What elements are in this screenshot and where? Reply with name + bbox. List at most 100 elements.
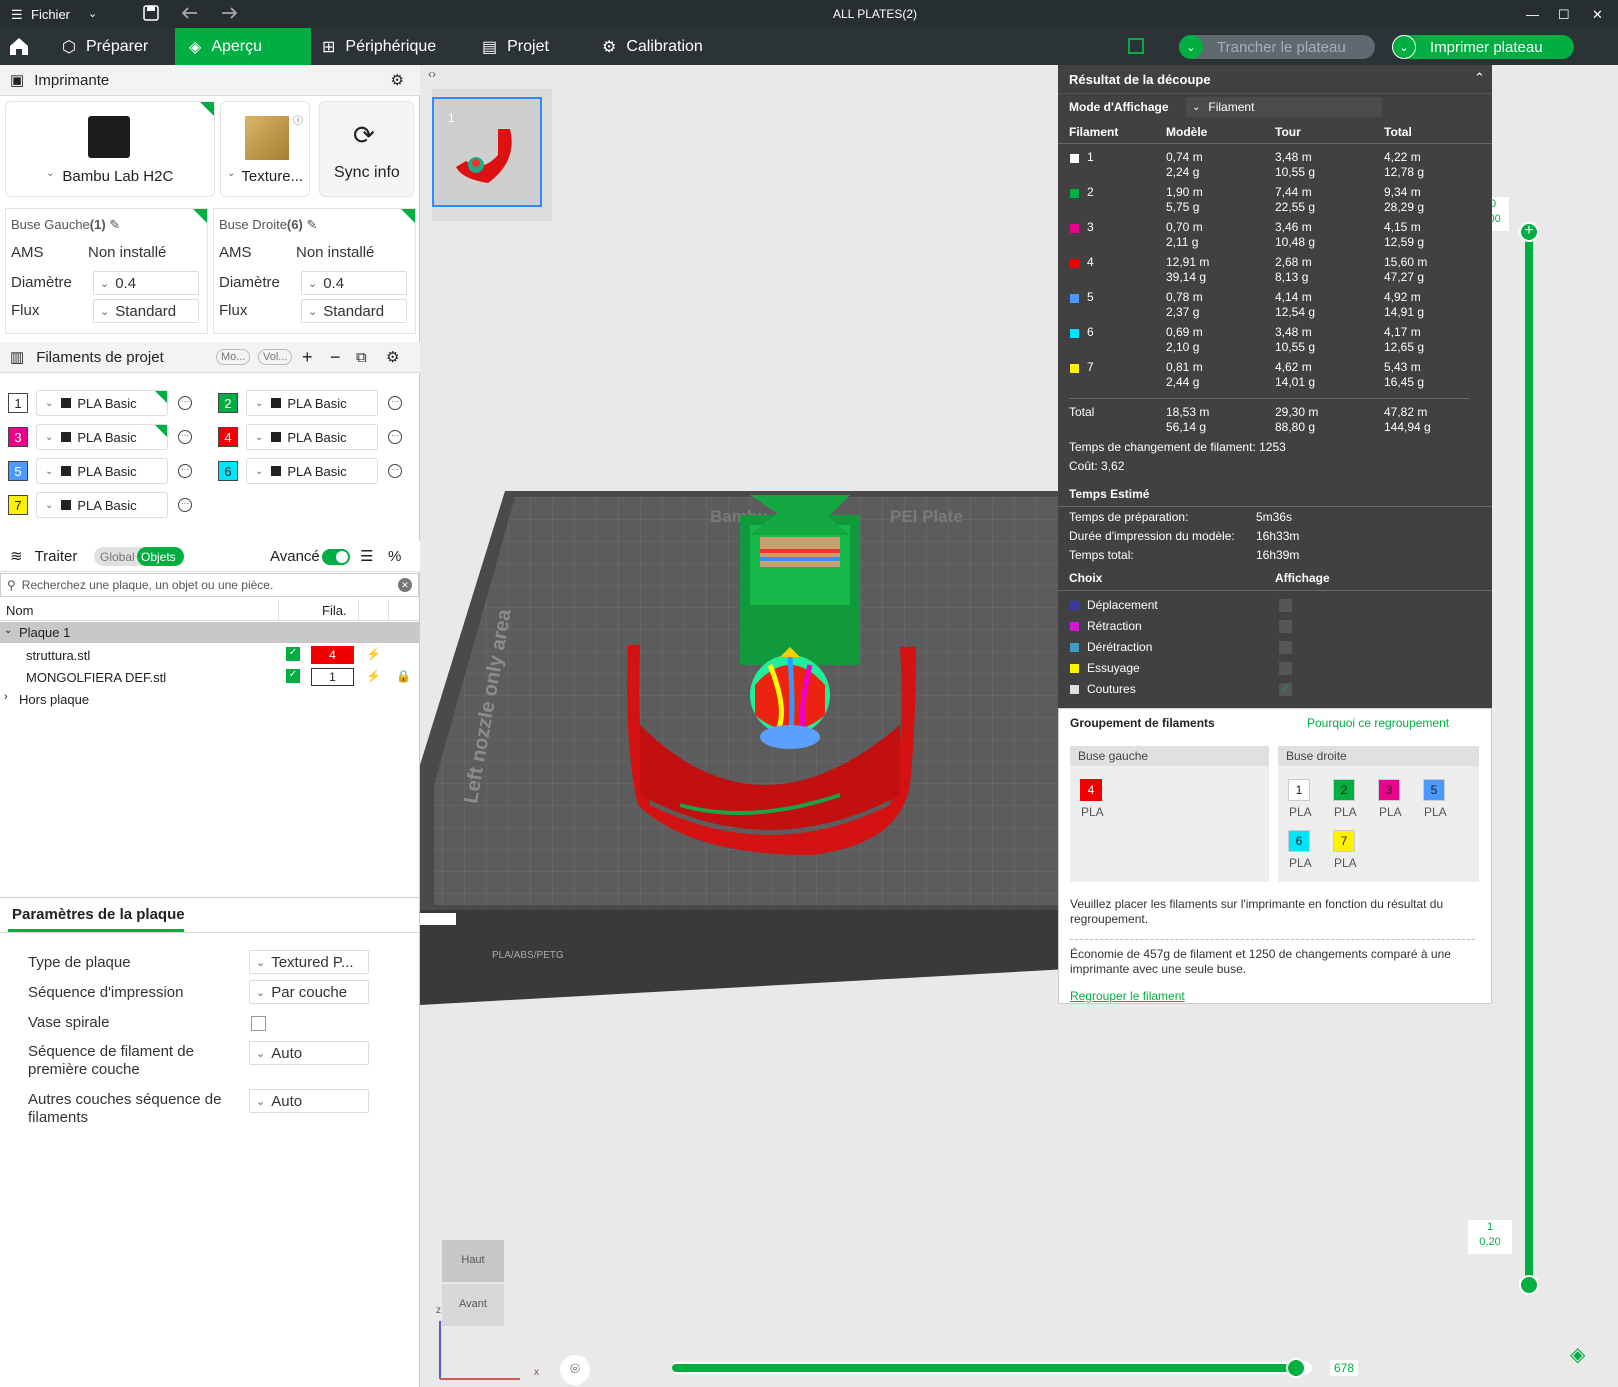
minimize-icon[interactable]: — <box>1526 7 1539 22</box>
more-options-icon[interactable]: ··· <box>178 430 192 444</box>
chevron-down-icon[interactable]: ⌄ <box>227 168 235 185</box>
filament-chip[interactable]: 3 <box>1378 779 1400 801</box>
right-flux-select[interactable]: ⌄ Standard <box>301 299 407 323</box>
tab-preview[interactable]: ◈ Aperçu <box>175 28 311 65</box>
home-icon[interactable] <box>8 36 30 56</box>
first-layer-sequence-select[interactable]: ⌄ Auto <box>249 1041 369 1065</box>
settings-icon[interactable]: ⚡ <box>366 647 381 661</box>
vase-checkbox[interactable] <box>251 1016 266 1031</box>
search-input[interactable]: Recherchez une plaque, un objet ou une p… <box>22 578 274 592</box>
table-row[interactable]: MONGOLFIERA DEF.stl ✓ 1 ⚡ 🔒 <box>0 666 419 688</box>
right-diameter-select[interactable]: ⌄ 0.4 <box>301 271 407 295</box>
filament-number[interactable]: 3 <box>8 427 28 447</box>
more-options-icon[interactable]: ··· <box>388 464 402 478</box>
filament-select[interactable]: ⌄ PLA Basic <box>246 390 378 416</box>
settings-icon[interactable]: ⚡ <box>366 669 381 683</box>
more-options-icon[interactable]: ··· <box>178 396 192 410</box>
collapse-sidebar-icon[interactable]: ‹› <box>428 67 436 81</box>
filament-select[interactable]: ⌄ PLA Basic <box>36 424 168 450</box>
filament-number[interactable]: 1 <box>8 393 28 413</box>
more-options-icon[interactable]: ··· <box>388 396 402 410</box>
mode-pill[interactable]: Mo... <box>216 349 251 365</box>
close-icon[interactable]: ✕ <box>1592 7 1603 23</box>
horizontal-slider-thumb[interactable] <box>1286 1358 1306 1378</box>
percent-icon[interactable]: % <box>388 548 401 565</box>
fit-view-button[interactable]: ⌾ <box>560 1355 590 1385</box>
filament-select[interactable]: ⌄ PLA Basic <box>36 458 168 484</box>
display-option-checkbox[interactable] <box>1279 641 1292 654</box>
sync-info-button[interactable]: ⟳ Sync info <box>319 101 414 197</box>
add-icon[interactable]: + <box>302 347 313 368</box>
display-option-checkbox[interactable] <box>1279 620 1292 633</box>
slice-plate-button[interactable]: ⌄ Trancher le plateau <box>1179 35 1375 59</box>
layout-icon[interactable] <box>1128 38 1144 54</box>
chevron-right-icon[interactable]: › <box>4 691 8 703</box>
plate-card[interactable]: ⓘ ⌄ Texture... <box>220 101 310 197</box>
filament-select[interactable]: ⌄ PLA Basic <box>246 458 378 484</box>
tab-calibration[interactable]: ⚙ Calibration <box>588 28 717 65</box>
lock-icon[interactable]: 🔒 <box>396 669 411 683</box>
more-options-icon[interactable]: ··· <box>388 430 402 444</box>
printer-card[interactable]: ⌄ Bambu Lab H2C <box>5 101 215 197</box>
list-icon[interactable]: ☰ <box>360 547 373 565</box>
filament-chip[interactable]: 4 <box>1080 779 1102 801</box>
left-flux-select[interactable]: ⌄ Standard <box>93 299 199 323</box>
filament-chip[interactable]: 5 <box>1423 779 1445 801</box>
filament-number[interactable]: 2 <box>218 393 238 413</box>
plate-type-select[interactable]: ⌄ Textured P... <box>249 950 369 974</box>
why-grouping-link[interactable]: Pourquoi ce regroupement <box>1307 716 1449 730</box>
print-sequence-select[interactable]: ⌄ Par couche <box>249 980 369 1004</box>
filament-chip[interactable]: 1 <box>1288 779 1310 801</box>
table-row[interactable]: struttura.stl ✓ 4 ⚡ <box>0 644 419 666</box>
filament-select[interactable]: 1 <box>311 668 354 686</box>
print-plate-button[interactable]: ⌄ Imprimer plateau <box>1392 35 1574 59</box>
chevron-down-icon[interactable]: ⌄ <box>4 625 12 636</box>
display-option-checkbox[interactable] <box>1279 599 1292 612</box>
layers-icon[interactable]: ◈ <box>1570 1342 1585 1367</box>
filament-number[interactable]: 7 <box>8 495 28 515</box>
filament-number[interactable]: 4 <box>218 427 238 447</box>
edit-icon[interactable]: ✎ <box>109 217 120 232</box>
filament-select[interactable]: 4 <box>311 646 354 664</box>
filament-number[interactable]: 5 <box>8 461 28 481</box>
sync-filament-icon[interactable]: ⧉ <box>356 349 367 366</box>
plate-row[interactable]: ⌄ Plaque 1 <box>0 622 419 643</box>
horizontal-layer-slider[interactable] <box>672 1358 1312 1378</box>
checkbox[interactable]: ✓ <box>286 669 300 683</box>
edit-icon[interactable]: ✎ <box>306 217 317 232</box>
more-options-icon[interactable]: ··· <box>178 498 192 512</box>
filament-chip[interactable]: 2 <box>1333 779 1355 801</box>
plate-thumbnail[interactable]: 1 <box>432 97 542 207</box>
redo-icon[interactable] <box>221 6 237 20</box>
collapse-icon[interactable]: ⌃ <box>1474 70 1485 86</box>
tab-plate-params[interactable]: Paramètres de la plaque <box>12 906 185 923</box>
undo-icon[interactable] <box>182 6 198 20</box>
chevron-down-icon[interactable]: ⌄ <box>46 168 54 185</box>
display-mode-select[interactable]: ⌄ Filament <box>1186 97 1382 117</box>
vertical-slider-bottom-thumb[interactable] <box>1519 1275 1539 1295</box>
gear-icon[interactable]: ⚙ <box>391 71 404 89</box>
info-icon[interactable]: ⓘ <box>293 112 303 127</box>
vertical-slider-top-thumb[interactable]: + <box>1519 222 1539 242</box>
chevron-down-icon[interactable]: ⌄ <box>1392 35 1416 59</box>
tab-project[interactable]: ▤ Projet <box>468 28 563 65</box>
vertical-layer-slider[interactable] <box>1525 227 1533 1287</box>
advanced-toggle[interactable] <box>322 549 350 565</box>
checkbox[interactable]: ✓ <box>286 647 300 661</box>
chevron-down-icon[interactable]: ⌄ <box>88 7 97 20</box>
remove-icon[interactable]: − <box>330 347 341 368</box>
filament-chip[interactable]: 6 <box>1288 830 1310 852</box>
clear-icon[interactable]: ✕ <box>398 578 412 592</box>
filament-select[interactable]: ⌄ PLA Basic <box>36 492 168 518</box>
left-diameter-select[interactable]: ⌄ 0.4 <box>93 271 199 295</box>
other-layers-sequence-select[interactable]: ⌄ Auto <box>249 1089 369 1113</box>
tab-prepare[interactable]: ⬡ Préparer <box>48 28 162 65</box>
maximize-icon[interactable]: ☐ <box>1558 7 1570 23</box>
filament-select[interactable]: ⌄ PLA Basic <box>246 424 378 450</box>
hamburger-icon[interactable]: ☰ <box>11 7 23 23</box>
view-cube-top[interactable]: Haut <box>442 1240 504 1282</box>
gear-icon[interactable]: ⚙ <box>386 348 399 366</box>
chevron-down-icon[interactable]: ⌄ <box>1179 35 1203 59</box>
regroup-link[interactable]: Regrouper le filament <box>1070 989 1185 1003</box>
filament-select[interactable]: ⌄ PLA Basic <box>36 390 168 416</box>
